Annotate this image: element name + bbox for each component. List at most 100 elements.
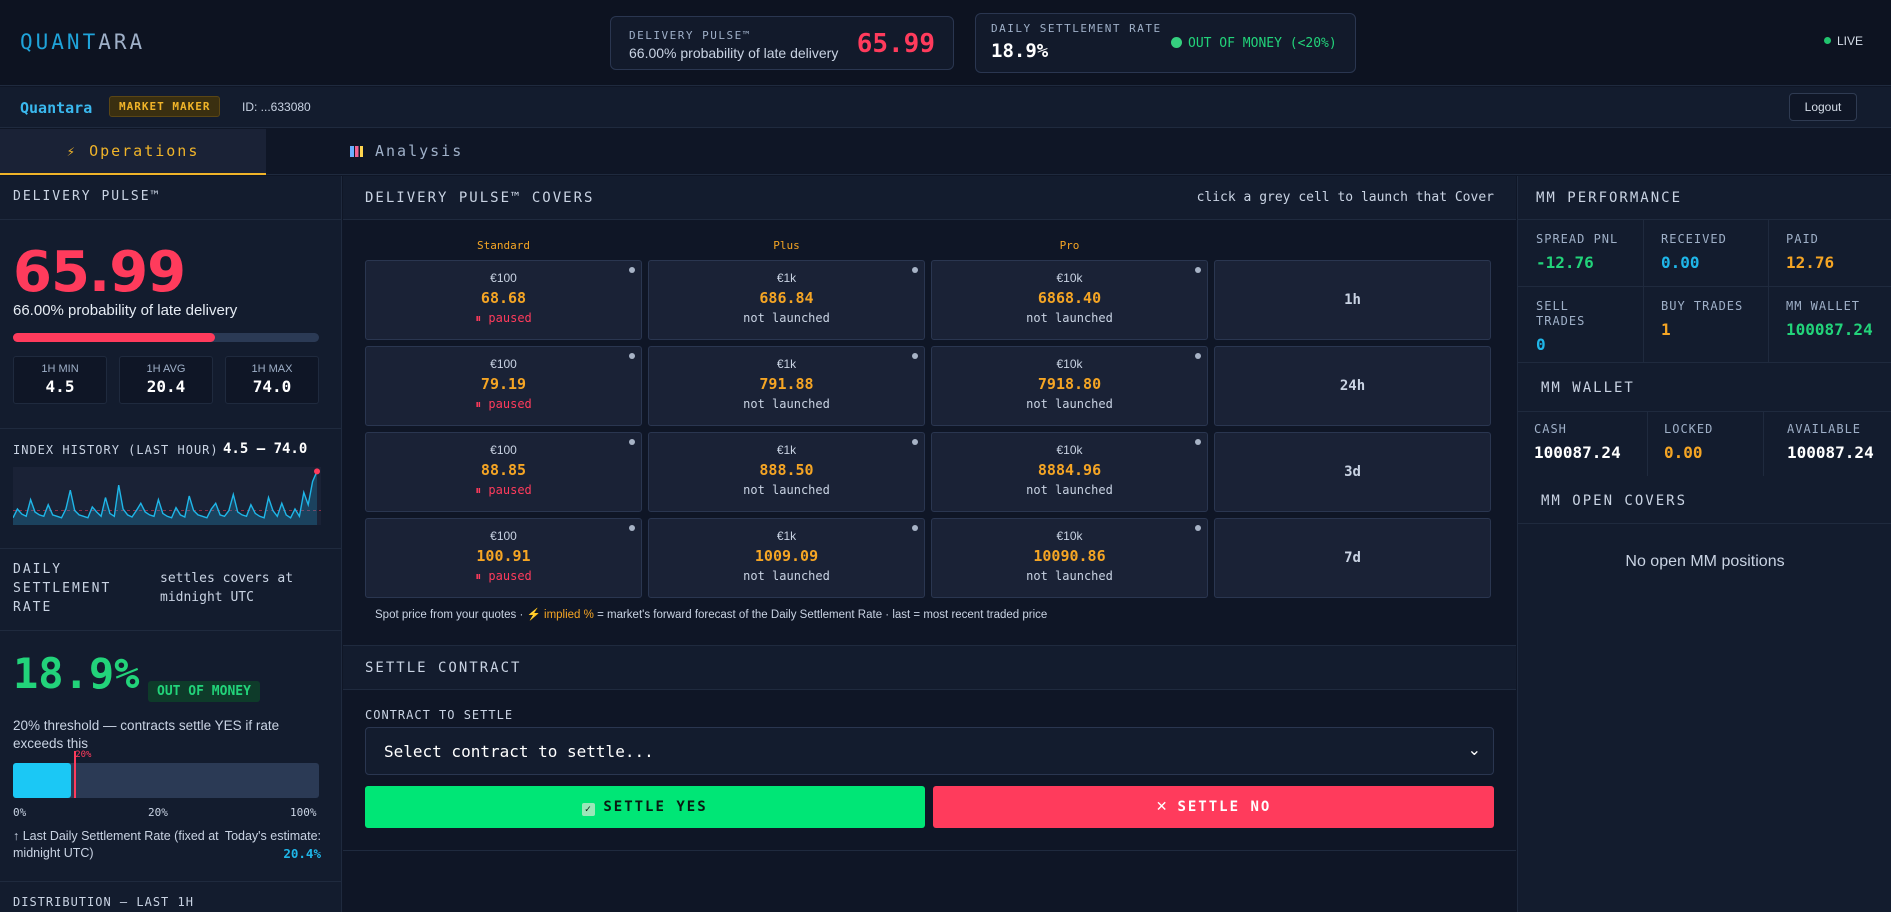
cover-notional: €100 (490, 529, 517, 543)
settle-no-button[interactable]: ✕ SETTLE NO (933, 786, 1494, 828)
column-header-standard: Standard (477, 239, 530, 252)
perf-stat-value: -12.76 (1536, 253, 1594, 272)
close-icon: ✕ (1155, 799, 1170, 815)
status-dot-icon (1195, 525, 1201, 531)
wallet-stat: LOCKED 0.00 (1664, 422, 1713, 462)
today-estimate-label: Today's estimate: (224, 829, 321, 843)
perf-header: MM PERFORMANCE (1518, 176, 1891, 220)
pulse-summary-value: 65.99 (856, 29, 935, 59)
perf-stat-label: SPREAD PNL (1536, 232, 1619, 246)
pulse-section-title: DELIVERY PULSE™ (13, 189, 161, 204)
chart-icon (350, 146, 363, 157)
covers-panel: DELIVERY PULSE™ COVERS click a grey cell… (343, 176, 1516, 912)
divider (1763, 412, 1764, 476)
cover-notional: €1k (776, 529, 797, 543)
live-indicator: LIVE (1823, 34, 1863, 48)
cover-cell[interactable]: €100 88.85 ⏸ paused (365, 432, 642, 512)
logout-button[interactable]: Logout (1789, 93, 1857, 121)
cover-price: 8884.96 (1037, 461, 1102, 479)
contract-select-value: Select contract to settle... (384, 742, 654, 761)
today-estimate-value: 20.4% (283, 846, 321, 861)
settle-yes-button[interactable]: ✓ SETTLE YES (365, 786, 925, 828)
pulse-big-value: 65.99 (13, 240, 186, 305)
status-dot-icon (1195, 353, 1201, 359)
wallet-stat-value: 100087.24 (1534, 443, 1621, 462)
footnote-implied: ⚡ implied % (526, 609, 594, 621)
status-dot-icon (912, 439, 918, 445)
covers-footnote: Spot price from your quotes · ⚡ implied … (375, 607, 1047, 621)
covers-title: DELIVERY PULSE™ COVERS (365, 190, 595, 206)
cover-status: ⏸ paused (475, 569, 532, 583)
wallet-stat-value: 100087.24 (1787, 443, 1874, 462)
perf-stat: SELL TRADES 0 (1536, 299, 1636, 354)
cover-status: not launched (743, 569, 830, 583)
wallet-stat-label: LOCKED (1664, 422, 1714, 436)
wallet-stat-label: CASH (1534, 422, 1567, 436)
cover-notional: €100 (490, 271, 517, 285)
dsr-last-note: ↑ Last Daily Settlement Rate (fixed at m… (13, 829, 219, 860)
dsr-big-value: 18.9% (13, 649, 140, 698)
cover-notional: €100 (490, 357, 517, 371)
contract-select[interactable]: Select contract to settle... ⌄ (365, 727, 1494, 775)
checkbox-icon: ✓ (582, 803, 596, 816)
dsr-threshold-text: 20% threshold — contracts settle YES if … (13, 718, 280, 751)
stat-value: 74.0 (252, 377, 292, 396)
pulse-progress-fill (13, 333, 215, 342)
footnote-text: Spot price from your quotes · (375, 609, 524, 621)
cover-cell[interactable]: €1k 1009.09 not launched (648, 518, 925, 598)
footnote-text: = market's forward forecast of the Daily… (597, 609, 1048, 621)
dsr-threshold-marker-label: 20% (75, 750, 92, 760)
cover-notional: €1k (776, 443, 797, 457)
history-range: 4.5 – 74.0 (223, 441, 308, 457)
covers-header: DELIVERY PULSE™ COVERS click a grey cell… (343, 176, 1516, 220)
tab-operations[interactable]: ⚡ Operations (0, 129, 266, 175)
term-cell[interactable]: 1h (1214, 260, 1491, 340)
cover-price: 791.88 (759, 375, 814, 393)
cover-status: not launched (1026, 397, 1113, 411)
wallet-stat: AVAILABLE 100087.24 (1787, 422, 1874, 462)
logo-part-2: ARA (98, 30, 146, 54)
rate-summary-label: DAILY SETTLEMENT RATE (991, 22, 1162, 35)
cover-cell[interactable]: €100 68.68 ⏸ paused (365, 260, 642, 340)
status-dot-icon (1195, 267, 1201, 273)
wallet-title: MM WALLET (1541, 380, 1635, 396)
pulse-progress-bar (13, 333, 319, 342)
cover-cell[interactable]: €100 100.91 ⏸ paused (365, 518, 642, 598)
perf-stat: PAID 12.76 (1786, 232, 1886, 272)
tab-analysis[interactable]: Analysis (350, 129, 490, 175)
cover-status: not launched (743, 483, 830, 497)
right-panel: MM PERFORMANCE SPREAD PNL -12.76 RECEIVED 0… (1517, 176, 1891, 912)
history-title: INDEX HISTORY (LAST HOUR) (13, 443, 219, 457)
cover-status: ⏸ paused (475, 311, 532, 325)
status-dot-icon (1171, 37, 1182, 48)
cover-cell[interactable]: €10k 6868.40 not launched (931, 260, 1208, 340)
status-dot-icon (912, 353, 918, 359)
left-panel: DELIVERY PULSE™ 65.99 66.00% probability… (0, 176, 342, 912)
term-cell[interactable]: 24h (1214, 346, 1491, 426)
cover-cell[interactable]: €10k 8884.96 not launched (931, 432, 1208, 512)
cover-cell[interactable]: €100 79.19 ⏸ paused (365, 346, 642, 426)
pulse-probability: 66.00% probability of late delivery (13, 302, 238, 319)
status-dot-icon (912, 525, 918, 531)
role-badge: MARKET MAKER (109, 96, 221, 117)
cover-cell[interactable]: €10k 7918.80 not launched (931, 346, 1208, 426)
logo[interactable]: QUANTARA (20, 30, 145, 54)
stat-1h-max: 1H MAX 74.0 (225, 356, 319, 404)
term-cell[interactable]: 3d (1214, 432, 1491, 512)
cover-cell[interactable]: €1k 686.84 not launched (648, 260, 925, 340)
divider (1518, 523, 1891, 524)
cover-cell[interactable]: €1k 888.50 not launched (648, 432, 925, 512)
cover-status: ⏸ paused (475, 483, 532, 497)
settle-title: SETTLE CONTRACT (365, 660, 522, 676)
cover-cell[interactable]: €10k 10090.86 not launched (931, 518, 1208, 598)
term-cell[interactable]: 7d (1214, 518, 1491, 598)
stat-value: 20.4 (146, 377, 186, 396)
cover-price: 100.91 (476, 547, 531, 565)
divider (0, 881, 342, 882)
cover-price: 68.68 (480, 289, 527, 307)
cover-cell[interactable]: €1k 791.88 not launched (648, 346, 925, 426)
open-covers-title: MM OPEN COVERS (1541, 493, 1688, 509)
divider (0, 548, 342, 549)
cover-price: 1009.09 (754, 547, 819, 565)
rate-summary-value: 18.9% (991, 40, 1049, 62)
